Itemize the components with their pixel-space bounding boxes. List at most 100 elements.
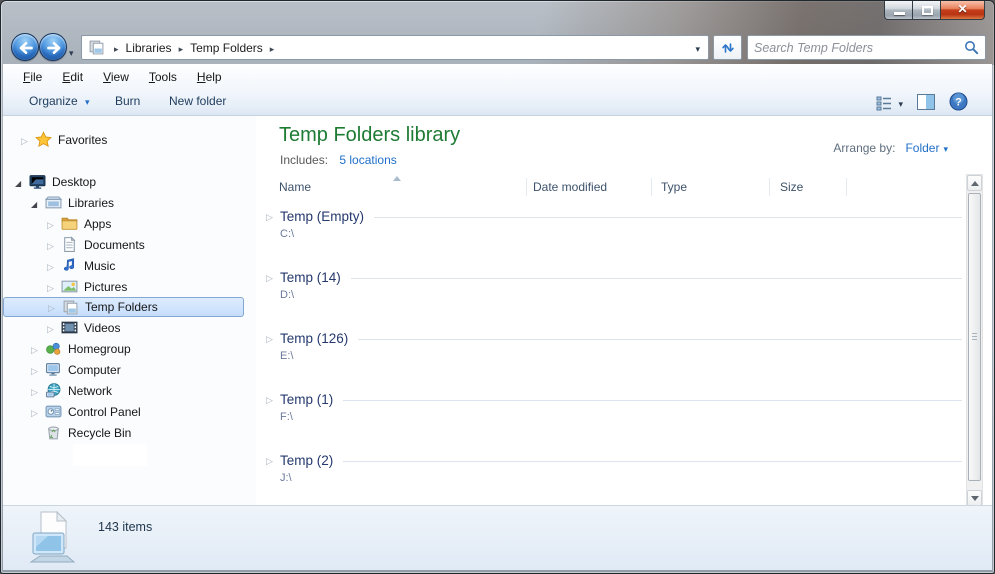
column-header-name[interactable]: Name <box>279 180 311 194</box>
group-header[interactable]: Temp (14) <box>266 269 962 285</box>
sidebar-item-desktop[interactable]: Desktop <box>3 171 256 192</box>
expand-expanded-icon[interactable] <box>31 197 45 209</box>
arrange-by-chevron[interactable] <box>943 141 948 155</box>
group-header[interactable]: Temp (2) <box>266 452 962 468</box>
group-rule <box>358 338 962 340</box>
organize-button[interactable]: Organize <box>29 94 90 108</box>
preview-pane-button[interactable] <box>917 93 935 113</box>
arrange-by-value[interactable]: Folder <box>905 141 939 155</box>
locations-link[interactable]: 5 locations <box>339 153 396 167</box>
search-icon[interactable] <box>964 40 979 55</box>
sidebar-item-videos[interactable]: Videos <box>3 317 256 338</box>
sidebar-item-music[interactable]: Music <box>3 255 256 276</box>
search-input[interactable] <box>748 40 964 55</box>
column-divider[interactable] <box>526 178 527 196</box>
column-header-size[interactable]: Size <box>780 180 803 194</box>
close-button[interactable] <box>940 1 985 20</box>
sidebar-item-computer[interactable]: Computer <box>3 359 256 380</box>
minimize-button[interactable] <box>884 1 913 20</box>
minimize-icon <box>894 12 905 15</box>
window-controls <box>884 1 985 20</box>
group-name[interactable]: Temp (2) <box>280 453 333 468</box>
expand-collapsed-icon[interactable] <box>47 260 61 272</box>
burn-button[interactable]: Burn <box>115 94 140 108</box>
menu-file[interactable]: File <box>13 66 52 88</box>
group-name[interactable]: Temp (1) <box>280 392 333 407</box>
breadcrumb-libraries[interactable]: Libraries <box>126 41 172 55</box>
folder-icon <box>61 217 78 230</box>
menu-edit[interactable]: Edit <box>52 66 93 88</box>
column-divider[interactable] <box>769 178 770 196</box>
organize-label: Organize <box>29 94 78 108</box>
expand-collapsed-icon[interactable] <box>31 343 45 355</box>
menu-view[interactable]: View <box>93 66 139 88</box>
library-title: Temp Folders library <box>279 124 461 146</box>
sidebar-item-libraries[interactable]: Libraries <box>3 192 256 213</box>
vertical-scrollbar[interactable] <box>966 174 983 507</box>
expand-collapsed-icon[interactable] <box>47 322 61 334</box>
refresh-button[interactable] <box>713 35 742 60</box>
group-path: J:\ <box>280 472 292 484</box>
includes-line: Includes: 5 locations <box>280 153 397 167</box>
expand-collapsed-icon[interactable] <box>31 364 45 376</box>
expand-collapsed-icon[interactable] <box>266 452 280 468</box>
column-header-date-modified[interactable]: Date modified <box>533 180 607 194</box>
control-panel-icon <box>45 405 62 418</box>
breadcrumb-temp-folders[interactable]: Temp Folders <box>190 41 263 55</box>
sidebar-item-pictures[interactable]: Pictures <box>3 276 256 297</box>
main-area: Favorites Desktop <box>3 116 992 507</box>
items-details-icon <box>29 511 76 563</box>
forward-button[interactable] <box>39 33 67 61</box>
expand-collapsed-icon[interactable] <box>47 281 61 293</box>
help-button[interactable]: ? <box>949 92 968 114</box>
group-name[interactable]: Temp (14) <box>280 270 341 285</box>
sidebar-item-label: Favorites <box>58 132 108 147</box>
group-name[interactable]: Temp (Empty) <box>280 209 364 224</box>
file-list-pane: Temp Folders library Includes: 5 locatio… <box>256 116 992 507</box>
column-header-type[interactable]: Type <box>661 180 687 194</box>
sidebar-item-homegroup[interactable]: Homegroup <box>3 338 256 359</box>
expand-expanded-icon[interactable] <box>15 176 29 188</box>
address-breadcrumb-bar[interactable]: Libraries Temp Folders <box>81 35 709 60</box>
column-divider[interactable] <box>846 178 847 196</box>
group-header[interactable]: Temp (126) <box>266 330 962 346</box>
address-dropdown-chevron[interactable] <box>695 41 700 55</box>
recent-pages-chevron[interactable] <box>69 43 74 61</box>
sort-ascending-icon <box>393 176 401 181</box>
expand-collapsed-icon[interactable] <box>31 406 45 418</box>
group-name[interactable]: Temp (126) <box>280 331 348 346</box>
expand-collapsed-icon[interactable] <box>266 269 280 285</box>
breadcrumb-separator-icon[interactable] <box>107 41 126 55</box>
menu-tools[interactable]: Tools <box>139 66 187 88</box>
sidebar-item-control-panel[interactable]: Control Panel <box>3 401 256 422</box>
expand-collapsed-icon[interactable] <box>31 385 45 397</box>
breadcrumb-separator-icon[interactable] <box>263 41 282 55</box>
sidebar-item-apps[interactable]: Apps <box>3 213 256 234</box>
breadcrumb-separator-icon[interactable] <box>172 41 191 55</box>
group-header[interactable]: Temp (1) <box>266 391 962 407</box>
expand-collapsed-icon[interactable] <box>48 301 62 313</box>
sidebar-item-documents[interactable]: Documents <box>3 234 256 255</box>
scroll-down-button[interactable] <box>967 490 982 506</box>
expand-collapsed-icon[interactable] <box>47 218 61 230</box>
expand-collapsed-icon[interactable] <box>21 134 35 146</box>
sidebar-item-label: Temp Folders <box>85 300 158 314</box>
column-divider[interactable] <box>651 178 652 196</box>
scrollbar-thumb[interactable] <box>968 193 981 481</box>
sidebar-item-temp-folders[interactable]: Temp Folders <box>3 297 244 317</box>
sidebar-item-favorites[interactable]: Favorites <box>3 129 256 150</box>
search-box[interactable] <box>747 35 986 60</box>
expand-collapsed-icon[interactable] <box>47 239 61 251</box>
sidebar-item-network[interactable]: Network <box>3 380 256 401</box>
expand-collapsed-icon[interactable] <box>266 208 280 224</box>
back-button[interactable] <box>11 33 39 61</box>
views-button[interactable] <box>876 95 903 111</box>
scroll-up-button[interactable] <box>967 175 982 191</box>
sidebar-item-recycle-bin[interactable]: Recycle Bin <box>3 422 256 443</box>
new-folder-button[interactable]: New folder <box>169 94 226 108</box>
group-header[interactable]: Temp (Empty) <box>266 208 962 224</box>
expand-collapsed-icon[interactable] <box>266 330 280 346</box>
menu-help[interactable]: Help <box>187 66 232 88</box>
maximize-button[interactable] <box>912 1 941 20</box>
expand-collapsed-icon[interactable] <box>266 391 280 407</box>
